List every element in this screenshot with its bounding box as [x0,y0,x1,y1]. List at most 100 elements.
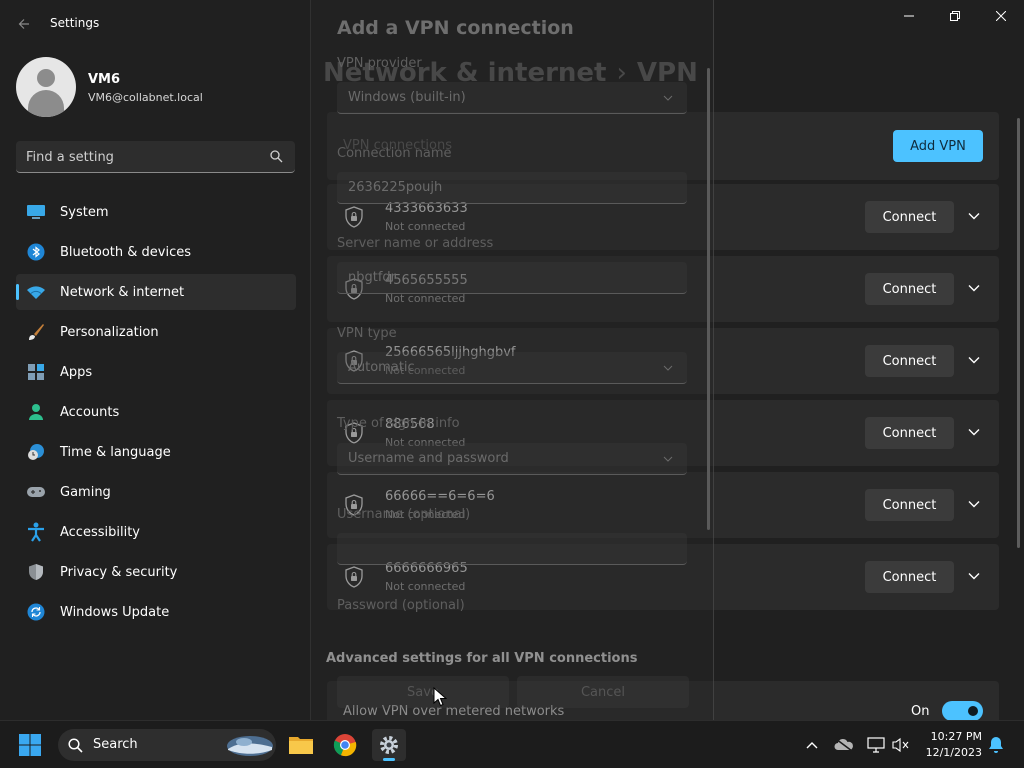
search-icon [270,150,283,163]
cancel-button[interactable]: Cancel [517,676,689,708]
update-icon [26,602,46,622]
connection-name-input[interactable]: 2636225poujh [337,172,687,204]
vpn-type-select[interactable]: Automatic [337,352,687,384]
onedrive-button[interactable] [834,735,854,755]
metered-networks-toggle[interactable] [942,701,983,721]
nav-item-accessibility[interactable]: Accessibility [16,514,296,550]
signin-type-label: Type of sign-in info [337,416,460,431]
sidebar: VM6 VM6@collabnet.local System Bluetooth… [0,48,310,720]
chevron-down-icon [663,365,673,371]
nav-item-network[interactable]: Network & internet [16,274,296,310]
onedrive-icon [834,738,853,752]
signin-type-select[interactable]: Username and password [337,443,687,475]
file-explorer-icon [289,737,313,754]
connect-button[interactable]: Connect [865,417,954,449]
nav-list: System Bluetooth & devices Network & int… [16,194,296,634]
nav-item-accounts[interactable]: Accounts [16,394,296,430]
maximize-button[interactable] [932,0,978,32]
nav-label: Accounts [60,404,120,420]
globe-clock-icon [26,442,46,462]
nav-label: Privacy & security [60,564,178,580]
avatar[interactable] [16,57,76,117]
chevron-down-icon[interactable] [967,353,981,367]
find-setting-box[interactable] [16,141,295,173]
taskbar: Search 10:27 PM 12/1/2023 [0,720,1024,768]
mouse-cursor-icon [433,687,447,707]
user-email: VM6@collabnet.local [88,91,203,104]
clock-date: 12/1/2023 [925,746,982,759]
toggle-knob [968,706,978,716]
add-vpn-dialog: Add a VPN connection VPN provider Window… [310,0,714,720]
connect-button[interactable]: Connect [865,345,954,377]
chevron-down-icon[interactable] [967,281,981,295]
back-button[interactable] [10,12,38,36]
main-scrollbar[interactable] [1017,118,1020,548]
user-name: VM6 [88,72,121,87]
settings-gear-icon [380,736,398,754]
search-highlight-icon [227,736,273,756]
add-vpn-button[interactable]: Add VPN [893,130,983,162]
find-setting-input[interactable] [26,148,256,166]
connection-name-label: Connection name [337,146,452,161]
nav-label: Windows Update [60,604,170,620]
connect-button[interactable]: Connect [865,561,954,593]
chevron-down-icon [663,95,673,101]
nav-label: Apps [60,364,93,380]
avatar-body [28,90,64,117]
username-label: Username (optional) [337,507,471,522]
accessibility-icon [26,522,46,542]
chevron-down-icon[interactable] [967,569,981,583]
chevron-up-icon [806,742,818,749]
toggle-state-label: On [911,704,930,719]
nav-item-bluetooth[interactable]: Bluetooth & devices [16,234,296,270]
taskbar-search[interactable]: Search [58,729,276,761]
nav-item-personalization[interactable]: Personalization [16,314,296,350]
connect-button[interactable]: Connect [865,273,954,305]
nav-item-windows-update[interactable]: Windows Update [16,594,296,630]
vpn-type-label: VPN type [337,326,397,341]
server-name-input[interactable]: nbgtfdr [337,262,687,294]
nav-label: Personalization [60,324,159,340]
windows-start-icon[interactable] [18,733,42,757]
chevron-down-icon[interactable] [967,497,981,511]
vpn-provider-value: Windows (built-in) [348,90,466,105]
minimize-icon [904,15,914,17]
show-hidden-icons-button[interactable] [802,735,822,755]
wifi-icon [26,282,46,302]
chevron-down-icon[interactable] [967,425,981,439]
nav-item-time-language[interactable]: Time & language [16,434,296,470]
nav-label: Bluetooth & devices [60,244,191,260]
network-button[interactable] [866,735,886,755]
chevron-down-icon [663,456,673,462]
vpn-provider-label: VPN provider [337,56,422,71]
nav-item-gaming[interactable]: Gaming [16,474,296,510]
nav-label: Time & language [60,444,171,460]
save-button[interactable]: Save [337,676,509,708]
server-name-value: nbgtfdr [348,270,397,285]
nav-item-apps[interactable]: Apps [16,354,296,390]
connect-button[interactable]: Connect [865,489,954,521]
nav-label: Accessibility [60,524,140,540]
file-explorer-button[interactable] [284,729,318,761]
search-icon [68,738,83,753]
back-arrow-icon [18,19,29,29]
nav-item-system[interactable]: System [16,194,296,230]
connect-button[interactable]: Connect [865,201,954,233]
app-title: Settings [50,16,100,30]
notifications-button[interactable] [986,735,1006,755]
network-icon [867,737,885,753]
chevron-down-icon[interactable] [967,209,981,223]
nav-item-privacy-security[interactable]: Privacy & security [16,554,296,590]
clock[interactable]: 10:27 PM 12/1/2023 [924,729,982,761]
volume-button[interactable] [891,735,911,755]
settings-app-button[interactable] [372,729,406,761]
minimize-button[interactable] [886,0,932,32]
close-button[interactable] [978,0,1024,32]
vpn-provider-select[interactable]: Windows (built-in) [337,82,687,114]
clock-time: 10:27 PM [930,730,982,743]
username-input[interactable] [337,533,687,565]
nav-label: Gaming [60,484,111,500]
chrome-button[interactable] [328,729,362,761]
dialog-scrollbar[interactable] [707,68,710,530]
bluetooth-icon [26,242,46,262]
